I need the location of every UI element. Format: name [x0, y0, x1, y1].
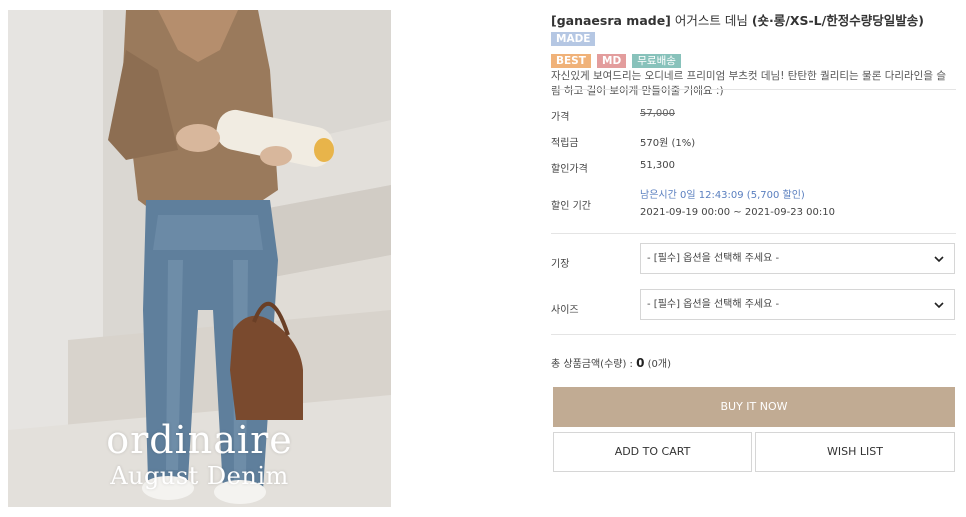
product-title: [ganaesra made] 어거스트 데님 (숏·롱/XS-L/한정수량당일… — [551, 12, 956, 48]
total-label: 총 상품금액(수량) : — [551, 359, 637, 370]
sale-price-value: 51,300 — [640, 160, 675, 171]
add-to-cart-button[interactable]: ADD TO CART — [553, 432, 752, 472]
price-value: 57,000 — [640, 108, 675, 119]
product-title-rest: 한정수량당일발송) — [826, 13, 924, 28]
size-label: 사이즈 — [551, 305, 579, 316]
badge-row: BEST MD 무료배송 — [551, 50, 956, 68]
length-label: 기장 — [551, 259, 570, 270]
product-title-name: 어거스트 데님 — [670, 13, 752, 28]
sale-period-row: 할인 기간 남은시간 0일 12:43:09 (5,700 할인) 2021-0… — [551, 186, 956, 222]
length-select[interactable]: - [필수] 옵션을 선택해 주세요 - — [640, 243, 955, 274]
badge-md: MD — [597, 54, 627, 68]
badge-made: MADE — [551, 32, 596, 46]
points-value: 570원 (1%) — [640, 138, 696, 149]
length-select-value: - [필수] 옵션을 선택해 주세요 - — [647, 253, 780, 264]
product-title-brand: [ganaesra made] — [551, 13, 671, 28]
wish-list-button[interactable]: WISH LIST — [755, 432, 955, 472]
sale-period-range: 2021-09-19 00:00 ~ 2021-09-23 00:10 — [640, 207, 835, 218]
total-row: 총 상품금액(수량) : 0 (0개) — [551, 355, 956, 370]
divider — [551, 89, 956, 90]
buy-now-button[interactable]: BUY IT NOW — [553, 387, 955, 427]
total-quantity: (0개) — [644, 359, 672, 370]
size-select[interactable]: - [필수] 옵션을 선택해 주세요 - — [640, 289, 955, 320]
price-label: 가격 — [551, 112, 570, 123]
sale-time-left: 남은시간 0일 12:43:09 (5,700 할인) — [640, 190, 805, 201]
product-image: ordinaire August Denim — [8, 10, 391, 507]
chevron-down-icon — [934, 302, 944, 309]
sale-period-label: 할인 기간 — [551, 201, 591, 212]
points-label: 적립금 — [551, 138, 579, 149]
product-title-option: (숏·롱/XS-L/ — [751, 13, 827, 28]
size-select-value: - [필수] 옵션을 선택해 주세요 - — [647, 299, 780, 310]
divider — [551, 233, 956, 234]
image-caption-title: ordinaire — [106, 418, 293, 462]
sale-price-label: 할인가격 — [551, 164, 588, 175]
image-caption-subtitle: August Denim — [110, 462, 289, 490]
chevron-down-icon — [934, 256, 944, 263]
badge-free-shipping: 무료배송 — [632, 54, 681, 68]
product-info: [ganaesra made] 어거스트 데님 (숏·롱/XS-L/한정수량당일… — [551, 12, 956, 99]
product-description: 자신있게 보여드리는 오디네르 프리미엄 부츠컷 데님! 탄탄한 퀄리티는 물론… — [551, 70, 947, 97]
divider — [551, 334, 956, 335]
badge-best: BEST — [551, 54, 591, 68]
